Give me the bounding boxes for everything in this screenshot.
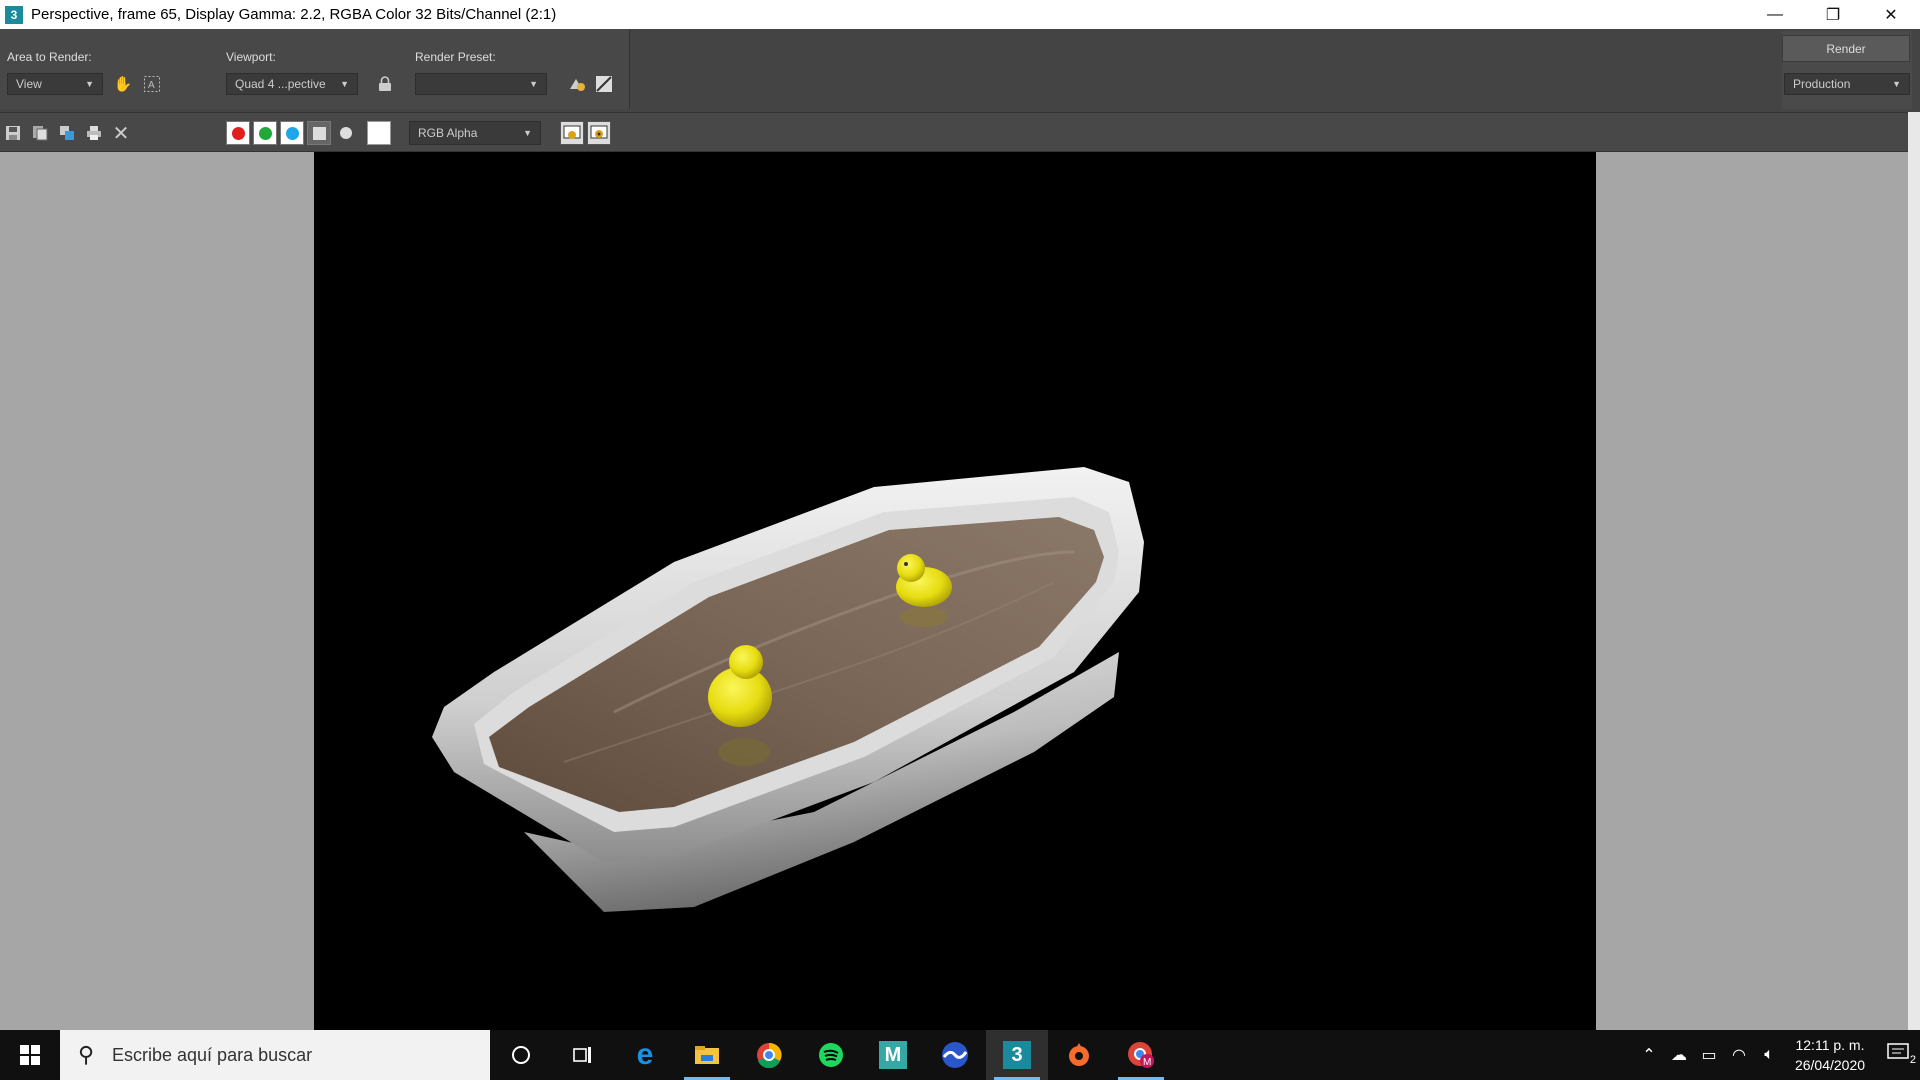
chevron-down-icon: ▼ bbox=[523, 128, 532, 138]
clock-time: 12:11 p. m. bbox=[1795, 1037, 1865, 1053]
clear-icon[interactable]: ✕ bbox=[109, 121, 133, 145]
clone-window-icon[interactable] bbox=[55, 121, 79, 145]
render-button-panel: Render Production ▼ bbox=[1782, 31, 1912, 109]
display-channel-value: RGB Alpha bbox=[418, 126, 478, 140]
render-mode-value: Production bbox=[1793, 77, 1851, 91]
frame-buffer-view bbox=[0, 152, 1920, 1030]
3dsmax-app-icon: 3 bbox=[5, 5, 23, 24]
lock-icon[interactable] bbox=[373, 72, 397, 96]
system-tray: ⌃ ☁ ▭ ◠ 🔈︎ 12:11 p. m. 26/04/2020 2 bbox=[1634, 1030, 1920, 1080]
blue-channel-toggle[interactable] bbox=[280, 121, 304, 145]
start-button[interactable] bbox=[0, 1030, 60, 1080]
app-wave-icon[interactable] bbox=[924, 1030, 986, 1080]
chevron-down-icon: ▼ bbox=[85, 79, 94, 89]
render-mode-dropdown[interactable]: Production ▼ bbox=[1784, 73, 1910, 95]
bathtub-render-illustration bbox=[432, 467, 1144, 912]
taskbar-search-box[interactable]: ⚲ Escribe aquí para buscar bbox=[60, 1030, 490, 1080]
restore-button[interactable]: ❐ bbox=[1804, 0, 1862, 29]
file-explorer-icon[interactable] bbox=[676, 1030, 738, 1080]
chevron-down-icon: ▼ bbox=[529, 79, 538, 89]
edge-icon[interactable]: e bbox=[614, 1030, 676, 1080]
alpha-channel-toggle[interactable] bbox=[307, 121, 331, 145]
clock-date: 26/04/2020 bbox=[1794, 1057, 1866, 1073]
save-image-icon[interactable] bbox=[1, 121, 25, 145]
svg-text:M: M bbox=[1143, 1057, 1151, 1068]
monochrome-icon[interactable] bbox=[334, 121, 358, 145]
maya-icon[interactable]: M bbox=[862, 1030, 924, 1080]
spotify-icon[interactable] bbox=[800, 1030, 862, 1080]
toggle-ui-icon[interactable] bbox=[587, 121, 611, 145]
close-button[interactable]: ✕ bbox=[1862, 0, 1920, 29]
blue-channel-icon bbox=[285, 126, 299, 140]
search-icon: ⚲ bbox=[77, 1042, 95, 1067]
notification-center-icon[interactable]: 2 bbox=[1876, 1042, 1920, 1068]
render-preset-dropdown[interactable]: ▼ bbox=[415, 73, 547, 95]
render-button[interactable]: Render bbox=[1782, 35, 1910, 62]
volume-icon[interactable]: 🔈︎ bbox=[1754, 1046, 1784, 1064]
frame-buffer-toolbar: ✕ RGB Alpha ▼ bbox=[0, 112, 1920, 152]
copy-image-icon[interactable] bbox=[28, 121, 52, 145]
window-title: Perspective, frame 65, Display Gamma: 2.… bbox=[31, 6, 557, 23]
windows-logo-icon bbox=[20, 1045, 40, 1065]
notification-count: 2 bbox=[1909, 1053, 1916, 1066]
rendered-image bbox=[314, 152, 1596, 1030]
render-preset-label: Render Preset: bbox=[415, 50, 496, 64]
toggle-ui-overlay-icon[interactable] bbox=[560, 121, 584, 145]
clock[interactable]: 12:11 p. m. 26/04/2020 bbox=[1784, 1035, 1876, 1075]
3dsmax-icon[interactable]: 3 bbox=[986, 1030, 1048, 1080]
search-placeholder: Escribe aquí para buscar bbox=[112, 1044, 313, 1065]
windows-taskbar: ⚲ Escribe aquí para buscar e M 3 M ⌃ ☁ ▭… bbox=[0, 1030, 1920, 1080]
window-titlebar: 3 Perspective, frame 65, Display Gamma: … bbox=[0, 0, 1920, 29]
viewport-label: Viewport: bbox=[226, 50, 276, 64]
area-to-render-value: View bbox=[16, 77, 42, 91]
viewport-value: Quad 4 ...pective bbox=[235, 77, 326, 91]
origin-icon[interactable] bbox=[1048, 1030, 1110, 1080]
alpha-channel-icon bbox=[312, 126, 326, 140]
render-settings-toolbar: Area to Render: View ▼ ✋ A Viewport: Qua… bbox=[0, 29, 1920, 112]
chevron-up-icon[interactable]: ⌃ bbox=[1634, 1045, 1664, 1065]
battery-icon[interactable]: ▭ bbox=[1694, 1045, 1724, 1065]
minimize-button[interactable]: — bbox=[1746, 0, 1804, 29]
red-channel-icon bbox=[231, 126, 245, 140]
background-color-swatch[interactable] bbox=[367, 121, 391, 145]
onedrive-error-icon[interactable]: ☁ bbox=[1664, 1045, 1694, 1065]
print-icon[interactable] bbox=[82, 121, 106, 145]
area-to-render-label: Area to Render: bbox=[7, 50, 92, 64]
render-setup-icon[interactable] bbox=[565, 72, 589, 96]
green-channel-toggle[interactable] bbox=[253, 121, 277, 145]
display-channel-dropdown[interactable]: RGB Alpha ▼ bbox=[409, 121, 541, 145]
chevron-down-icon: ▼ bbox=[340, 79, 349, 89]
pan-hand-icon[interactable]: ✋ bbox=[111, 72, 135, 96]
green-channel-icon bbox=[258, 126, 272, 140]
area-to-render-dropdown[interactable]: View ▼ bbox=[7, 73, 103, 95]
auto-region-icon[interactable]: A bbox=[140, 72, 164, 96]
viewport-dropdown[interactable]: Quad 4 ...pective ▼ bbox=[226, 73, 358, 95]
svg-text:A: A bbox=[148, 80, 155, 91]
vertical-scrollbar[interactable] bbox=[1908, 112, 1920, 1030]
task-view-icon[interactable] bbox=[552, 1030, 614, 1080]
chrome-icon[interactable] bbox=[738, 1030, 800, 1080]
chrome-profile-icon[interactable]: M bbox=[1110, 1030, 1172, 1080]
environment-effects-icon[interactable] bbox=[592, 72, 616, 96]
cortana-icon[interactable] bbox=[490, 1030, 552, 1080]
chevron-down-icon: ▼ bbox=[1892, 79, 1901, 89]
render-settings-panel: Area to Render: View ▼ ✋ A Viewport: Qua… bbox=[0, 29, 630, 109]
wifi-icon[interactable]: ◠ bbox=[1724, 1045, 1754, 1065]
red-channel-toggle[interactable] bbox=[226, 121, 250, 145]
